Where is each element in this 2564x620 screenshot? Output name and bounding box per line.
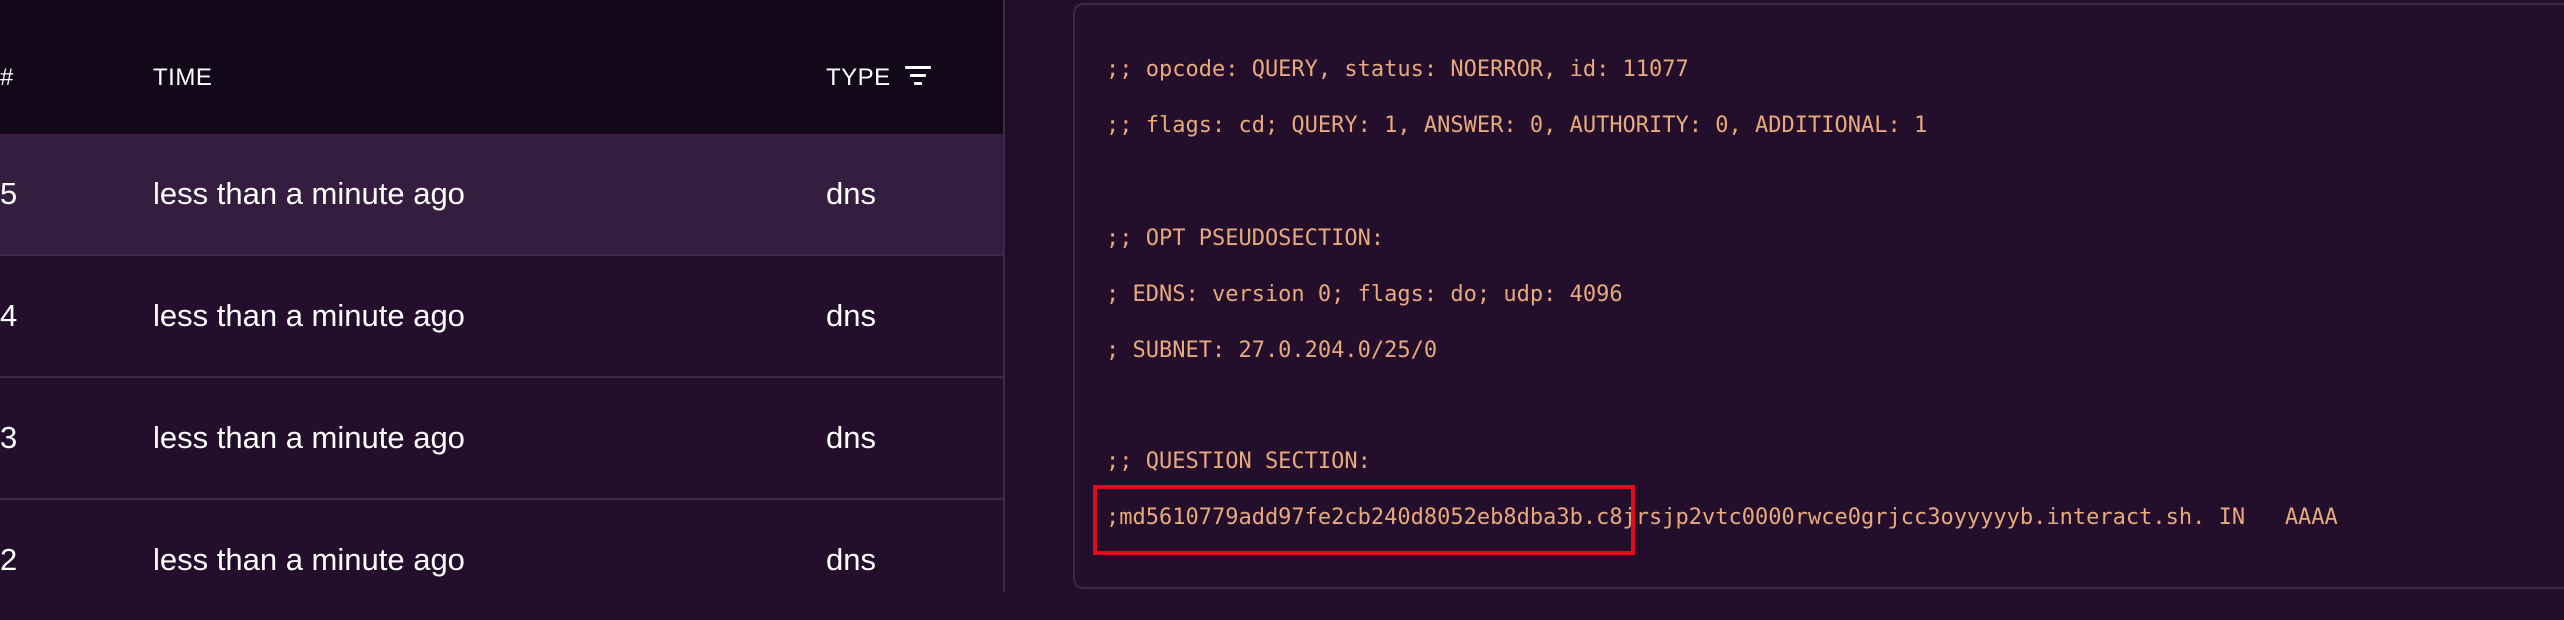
opcode-line: ;; opcode: QUERY, status: NOERROR, id: 1…: [1106, 57, 1689, 82]
interactions-table: # TIME TYPE 5 less than a minute ago dns…: [0, 0, 1005, 592]
row-time: less than a minute ago: [153, 176, 465, 211]
question-section-line: ;; QUESTION SECTION:: [1106, 449, 1371, 474]
table-header: # TIME TYPE: [0, 0, 1003, 134]
subnet-line: ; SUBNET: 27.0.204.0/25/0: [1106, 338, 1438, 363]
highlight-box: [1093, 485, 1635, 555]
opt-pseudosection-line: ;; OPT PSEUDOSECTION:: [1106, 226, 1385, 251]
table-row[interactable]: 5 less than a minute ago dns: [0, 134, 1003, 256]
row-type: dns: [826, 542, 876, 577]
flags-line: ;; flags: cd; QUERY: 1, ANSWER: 0, AUTHO…: [1106, 113, 1928, 138]
table-row[interactable]: 3 less than a minute ago dns: [0, 378, 1003, 500]
filter-icon[interactable]: [905, 66, 931, 86]
id-column-header: #: [0, 64, 14, 91]
row-id: 5: [0, 176, 18, 211]
type-column-header[interactable]: TYPE: [826, 0, 891, 134]
time-column-header: TIME: [153, 64, 213, 91]
table-row[interactable]: 2 less than a minute ago dns: [0, 500, 1003, 620]
row-type: dns: [826, 298, 876, 333]
row-id: 2: [0, 542, 18, 577]
row-id: 4: [0, 298, 18, 333]
row-type: dns: [826, 420, 876, 455]
row-type: dns: [826, 176, 876, 211]
row-time: less than a minute ago: [153, 420, 465, 455]
table-row[interactable]: 4 less than a minute ago dns: [0, 256, 1003, 378]
edns-line: ; EDNS: version 0; flags: do; udp: 4096: [1106, 282, 1623, 307]
row-id: 3: [0, 420, 18, 455]
row-time: less than a minute ago: [153, 542, 465, 577]
row-time: less than a minute ago: [153, 298, 465, 333]
